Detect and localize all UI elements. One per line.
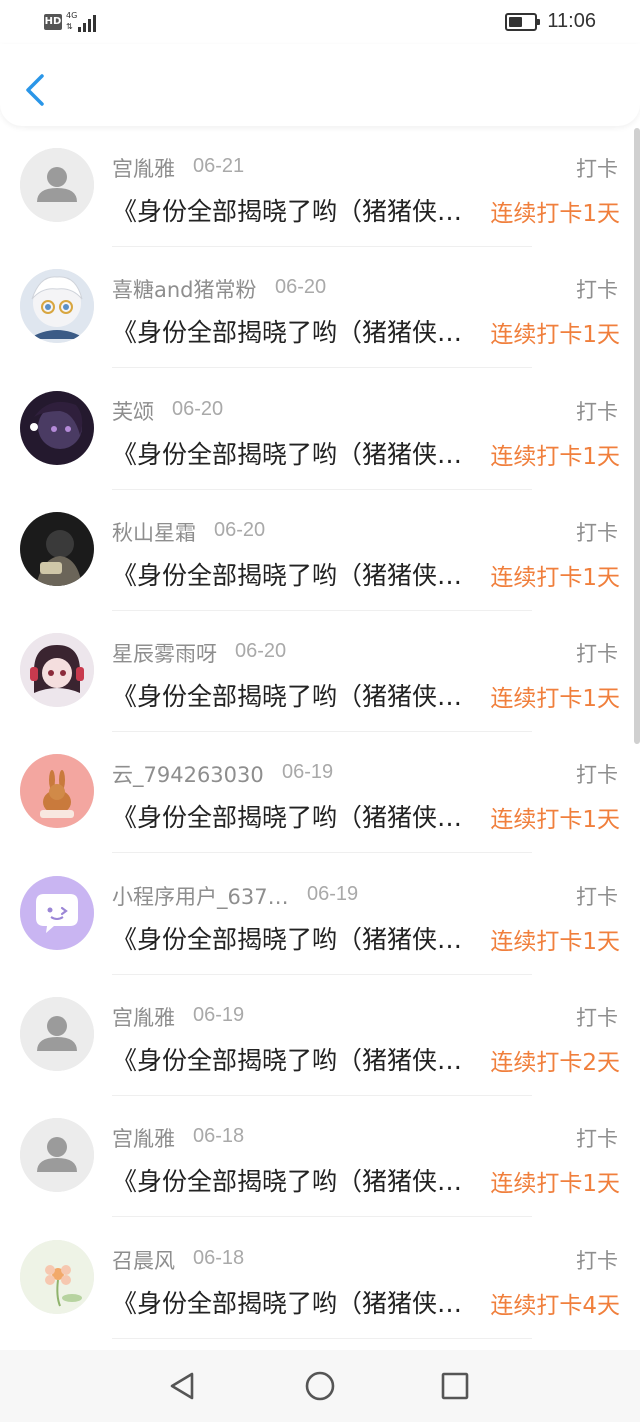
chevron-left-icon[interactable]	[20, 72, 50, 108]
default-avatar-icon	[20, 148, 94, 222]
user-name: 喜糖and猪常粉	[112, 278, 257, 303]
hd-badge: HD	[44, 14, 62, 30]
avatar[interactable]	[20, 269, 94, 344]
network-type: 4G	[66, 11, 78, 20]
anime-avatar-dark	[20, 390, 94, 465]
avatar[interactable]	[20, 511, 94, 586]
checkin-date: 06-21	[193, 155, 245, 177]
checkin-date: 06-20	[235, 640, 287, 663]
anime-avatar-white-hair	[20, 269, 94, 344]
avatar[interactable]	[20, 633, 94, 708]
streak-label: 连续打卡1天	[490, 807, 620, 834]
checkin-date: 06-18	[193, 1246, 245, 1269]
record-type: 打卡	[576, 1248, 618, 1273]
checkin-date: 06-19	[193, 1004, 245, 1027]
list-item[interactable]: 喜糖and猪常粉 06-20 打卡《身份全部揭晓了哟（猪猪侠系列）》连续打卡1天	[0, 247, 640, 369]
book-title: 《身份全部揭晓了哟（猪猪侠系列）》	[112, 682, 464, 712]
avatar[interactable]	[20, 1118, 94, 1193]
list-item[interactable]: 宫胤雅 06-19 打卡《身份全部揭晓了哟（猪猪侠系列）》连续打卡2天	[0, 975, 640, 1097]
default-avatar-icon	[20, 1118, 94, 1193]
signal-indicators: HD 4G ⇅	[44, 11, 98, 32]
list-item[interactable]: 云_794263030 06-19 打卡《身份全部揭晓了哟（猪猪侠系列）》连续打卡1…	[0, 732, 640, 854]
list-item[interactable]: 宫胤雅 06-18 打卡《身份全部揭晓了哟（猪猪侠系列）》连续打卡1天	[0, 1096, 640, 1218]
record-type: 打卡	[576, 157, 618, 181]
streak-label: 连续打卡1天	[490, 1171, 620, 1198]
user-name: 秋山星霜	[112, 520, 196, 545]
user-name: 星辰雾雨呀	[112, 642, 217, 667]
book-title: 《身份全部揭晓了哟（猪猪侠系列）》	[112, 560, 464, 590]
record-type: 打卡	[576, 399, 618, 424]
system-nav-bar	[0, 1350, 640, 1422]
list-item[interactable]: 星辰雾雨呀 06-20 打卡《身份全部揭晓了哟（猪猪侠系列）》连续打卡1天	[0, 611, 640, 733]
book-title: 《身份全部揭晓了哟（猪猪侠系列）》	[112, 803, 464, 833]
checkin-date: 06-20	[214, 518, 266, 541]
anime-avatar-headphones	[20, 633, 94, 708]
flower-avatar	[20, 1239, 94, 1314]
avatar[interactable]	[20, 875, 94, 950]
divider	[112, 1337, 532, 1339]
record-type: 打卡	[576, 278, 618, 303]
book-title: 《身份全部揭晓了哟（猪猪侠系列）》	[112, 197, 464, 226]
streak-label: 连续打卡1天	[490, 201, 620, 227]
scrollbar[interactable]	[634, 128, 640, 744]
checkin-date: 06-18	[193, 1125, 245, 1148]
record-type: 打卡	[576, 1006, 618, 1031]
avatar[interactable]	[20, 1239, 94, 1314]
user-name: 芙颂	[112, 399, 154, 424]
book-title: 《身份全部揭晓了哟（猪猪侠系列）》	[112, 318, 464, 348]
user-name: 宫胤雅	[112, 1127, 175, 1152]
record-type: 打卡	[576, 642, 618, 667]
list-item[interactable]: 小程序用户_637… 06-19 打卡《身份全部揭晓了哟（猪猪侠系列）》连续打卡1天	[0, 854, 640, 975]
book-title: 《身份全部揭晓了哟（猪猪侠系列）》	[112, 924, 464, 954]
default-avatar-icon	[20, 997, 94, 1072]
avatar[interactable]	[20, 997, 94, 1072]
cellular-signal-icon: 4G ⇅	[66, 11, 98, 32]
avatar[interactable]	[20, 390, 94, 465]
checkin-date: 06-20	[172, 397, 224, 420]
nav-bar	[0, 44, 640, 126]
streak-label: 连续打卡2天	[490, 1050, 620, 1077]
book-title: 《身份全部揭晓了哟（猪猪侠系列）》	[112, 1046, 464, 1076]
clock: 11:06	[547, 10, 596, 32]
checkin-list[interactable]: 宫胤雅06-21打卡《身份全部揭晓了哟（猪猪侠系列）》连续打卡1天喜糖and猪常…	[0, 126, 640, 1350]
streak-label: 连续打卡1天	[490, 443, 620, 470]
list-item[interactable]: 秋山星霜 06-20 打卡《身份全部揭晓了哟（猪猪侠系列）》连续打卡1天	[0, 490, 640, 611]
streak-label: 连续打卡1天	[490, 686, 620, 713]
avatar[interactable]	[20, 148, 94, 222]
streak-label: 连续打卡1天	[490, 564, 620, 591]
record-type: 打卡	[576, 1127, 618, 1152]
user-name: 召晨风	[112, 1248, 175, 1273]
book-title: 《身份全部揭晓了哟（猪猪侠系列）》	[112, 1288, 464, 1318]
record-type: 打卡	[576, 520, 618, 545]
user-name: 小程序用户_637…	[112, 884, 289, 909]
streak-label: 连续打卡4天	[490, 1292, 620, 1319]
record-type: 打卡	[576, 884, 618, 909]
status-bar: HD 4G ⇅ 11:06	[0, 0, 640, 44]
chat-bubble-avatar	[20, 875, 94, 950]
circle-home-icon[interactable]	[302, 1368, 338, 1404]
book-title: 《身份全部揭晓了哟（猪猪侠系列）》	[112, 1167, 464, 1197]
photo-avatar-dark	[20, 511, 94, 586]
list-item[interactable]: 召晨风 06-18 打卡《身份全部揭晓了哟（猪猪侠系列）》连续打卡4天	[0, 1218, 640, 1339]
user-name: 云_794263030	[112, 763, 264, 788]
list-item[interactable]: 芙颂 06-20 打卡《身份全部揭晓了哟（猪猪侠系列）》连续打卡1天	[0, 369, 640, 490]
user-name: 宫胤雅	[112, 1006, 175, 1031]
streak-label: 连续打卡1天	[490, 322, 620, 349]
triangle-back-icon[interactable]	[164, 1368, 200, 1404]
book-title: 《身份全部揭晓了哟（猪猪侠系列）》	[112, 439, 464, 469]
list-item[interactable]: 宫胤雅 06-21 打卡《身份全部揭晓了哟（猪猪侠系列）》连续打卡1天	[0, 126, 640, 247]
status-right: 11:06	[505, 10, 596, 33]
square-recents-icon[interactable]	[437, 1368, 473, 1404]
checkin-date: 06-19	[282, 761, 334, 784]
battery-icon	[505, 12, 541, 31]
avatar[interactable]	[20, 754, 94, 829]
rabbit-avatar	[20, 754, 94, 829]
checkin-date: 06-20	[275, 276, 327, 299]
record-type: 打卡	[576, 763, 618, 788]
checkin-date: 06-19	[307, 882, 359, 905]
streak-label: 连续打卡1天	[490, 928, 620, 955]
user-name: 宫胤雅	[112, 157, 175, 181]
